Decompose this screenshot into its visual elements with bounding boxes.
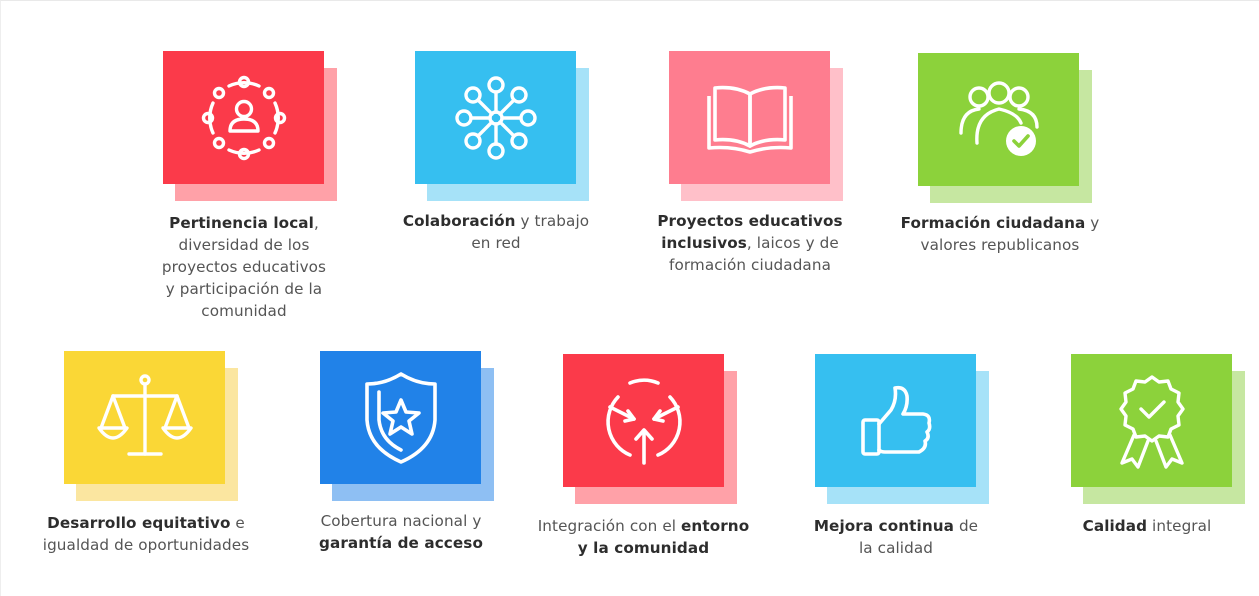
- caption-bold: Mejora continua: [813, 517, 955, 535]
- tile-proyectos-educativos: [669, 51, 830, 184]
- caption-text: comunidad: [201, 302, 287, 320]
- caption-text: Integración con el: [537, 517, 682, 535]
- caption-text: integral: [1147, 517, 1212, 535]
- caption-bold: y la comunidad: [577, 539, 710, 557]
- network-nodes-icon: [454, 75, 537, 160]
- tile-colaboracion: [415, 51, 576, 184]
- caption-text: la calidad: [858, 539, 934, 557]
- caption-text: formación ciudadana: [669, 256, 831, 274]
- caption-formacion-ciudadana: Formación ciudadana y valores republican…: [884, 212, 1116, 256]
- caption-text: diversidad de los: [178, 236, 310, 254]
- caption-text: de: [954, 517, 979, 535]
- caption-bold: Proyectos educativos: [657, 212, 843, 230]
- caption-text: valores republicanos: [920, 236, 1080, 254]
- shield-star-icon: [364, 371, 437, 464]
- thumbs-up-icon: [860, 385, 931, 456]
- caption-calidad-integral: Calidad integral: [1037, 515, 1257, 537]
- caption-integracion-entorno: Integración con el entorno y la comunida…: [521, 515, 766, 559]
- caption-bold: inclusivos: [661, 234, 747, 252]
- tile-pertinencia-local: [163, 51, 324, 184]
- caption-desarrollo-equitativo: Desarrollo equitativo e igualdad de opor…: [16, 512, 276, 556]
- caption-text: y: [1085, 214, 1100, 232]
- caption-proyectos-educativos: Proyectos educativos inclusivos, laicos …: [635, 210, 865, 276]
- caption-text: e: [230, 514, 245, 532]
- quality-badge-icon: [1118, 374, 1185, 469]
- caption-cobertura-nacional: Cobertura nacional y garantía de acceso: [286, 510, 516, 554]
- group-check-icon: [958, 80, 1039, 156]
- community-people-icon: [201, 75, 286, 160]
- tile-integracion-entorno: [563, 354, 724, 487]
- caption-text: Cobertura nacional y: [320, 512, 482, 530]
- content-panel: Pertinencia local, diversidad de los pro…: [0, 0, 1259, 596]
- caption-text: proyectos educativos: [161, 258, 327, 276]
- caption-mejora-continua: Mejora continua de la calidad: [781, 515, 1011, 559]
- open-book-icon: [706, 85, 793, 154]
- caption-bold: Formación ciudadana: [900, 214, 1086, 232]
- caption-text: igualdad de oportunidades: [42, 536, 250, 554]
- tile-calidad-integral: [1071, 354, 1232, 487]
- caption-bold: entorno: [681, 517, 750, 535]
- caption-bold: Pertinencia local: [169, 214, 314, 232]
- balance-scale-icon: [96, 373, 193, 456]
- converging-arrows-icon: [605, 377, 682, 465]
- caption-text: , laicos y de: [746, 234, 839, 252]
- caption-colaboracion: Colaboración y trabajo en red: [381, 210, 611, 254]
- tile-mejora-continua: [815, 354, 976, 487]
- caption-text: y trabajo: [515, 212, 590, 230]
- caption-text: ,: [313, 214, 319, 232]
- caption-bold: Calidad: [1082, 517, 1148, 535]
- tile-desarrollo-equitativo: [64, 351, 225, 484]
- caption-pertinencia-local: Pertinencia local, diversidad de los pro…: [129, 212, 359, 322]
- caption-text: en red: [471, 234, 521, 252]
- tile-cobertura-nacional: [320, 351, 481, 484]
- tile-formacion-ciudadana: [918, 53, 1079, 186]
- caption-bold: garantía de acceso: [319, 534, 483, 552]
- caption-text: y participación de la: [165, 280, 323, 298]
- caption-bold: Desarrollo equitativo: [47, 514, 231, 532]
- caption-bold: Colaboración: [402, 212, 516, 230]
